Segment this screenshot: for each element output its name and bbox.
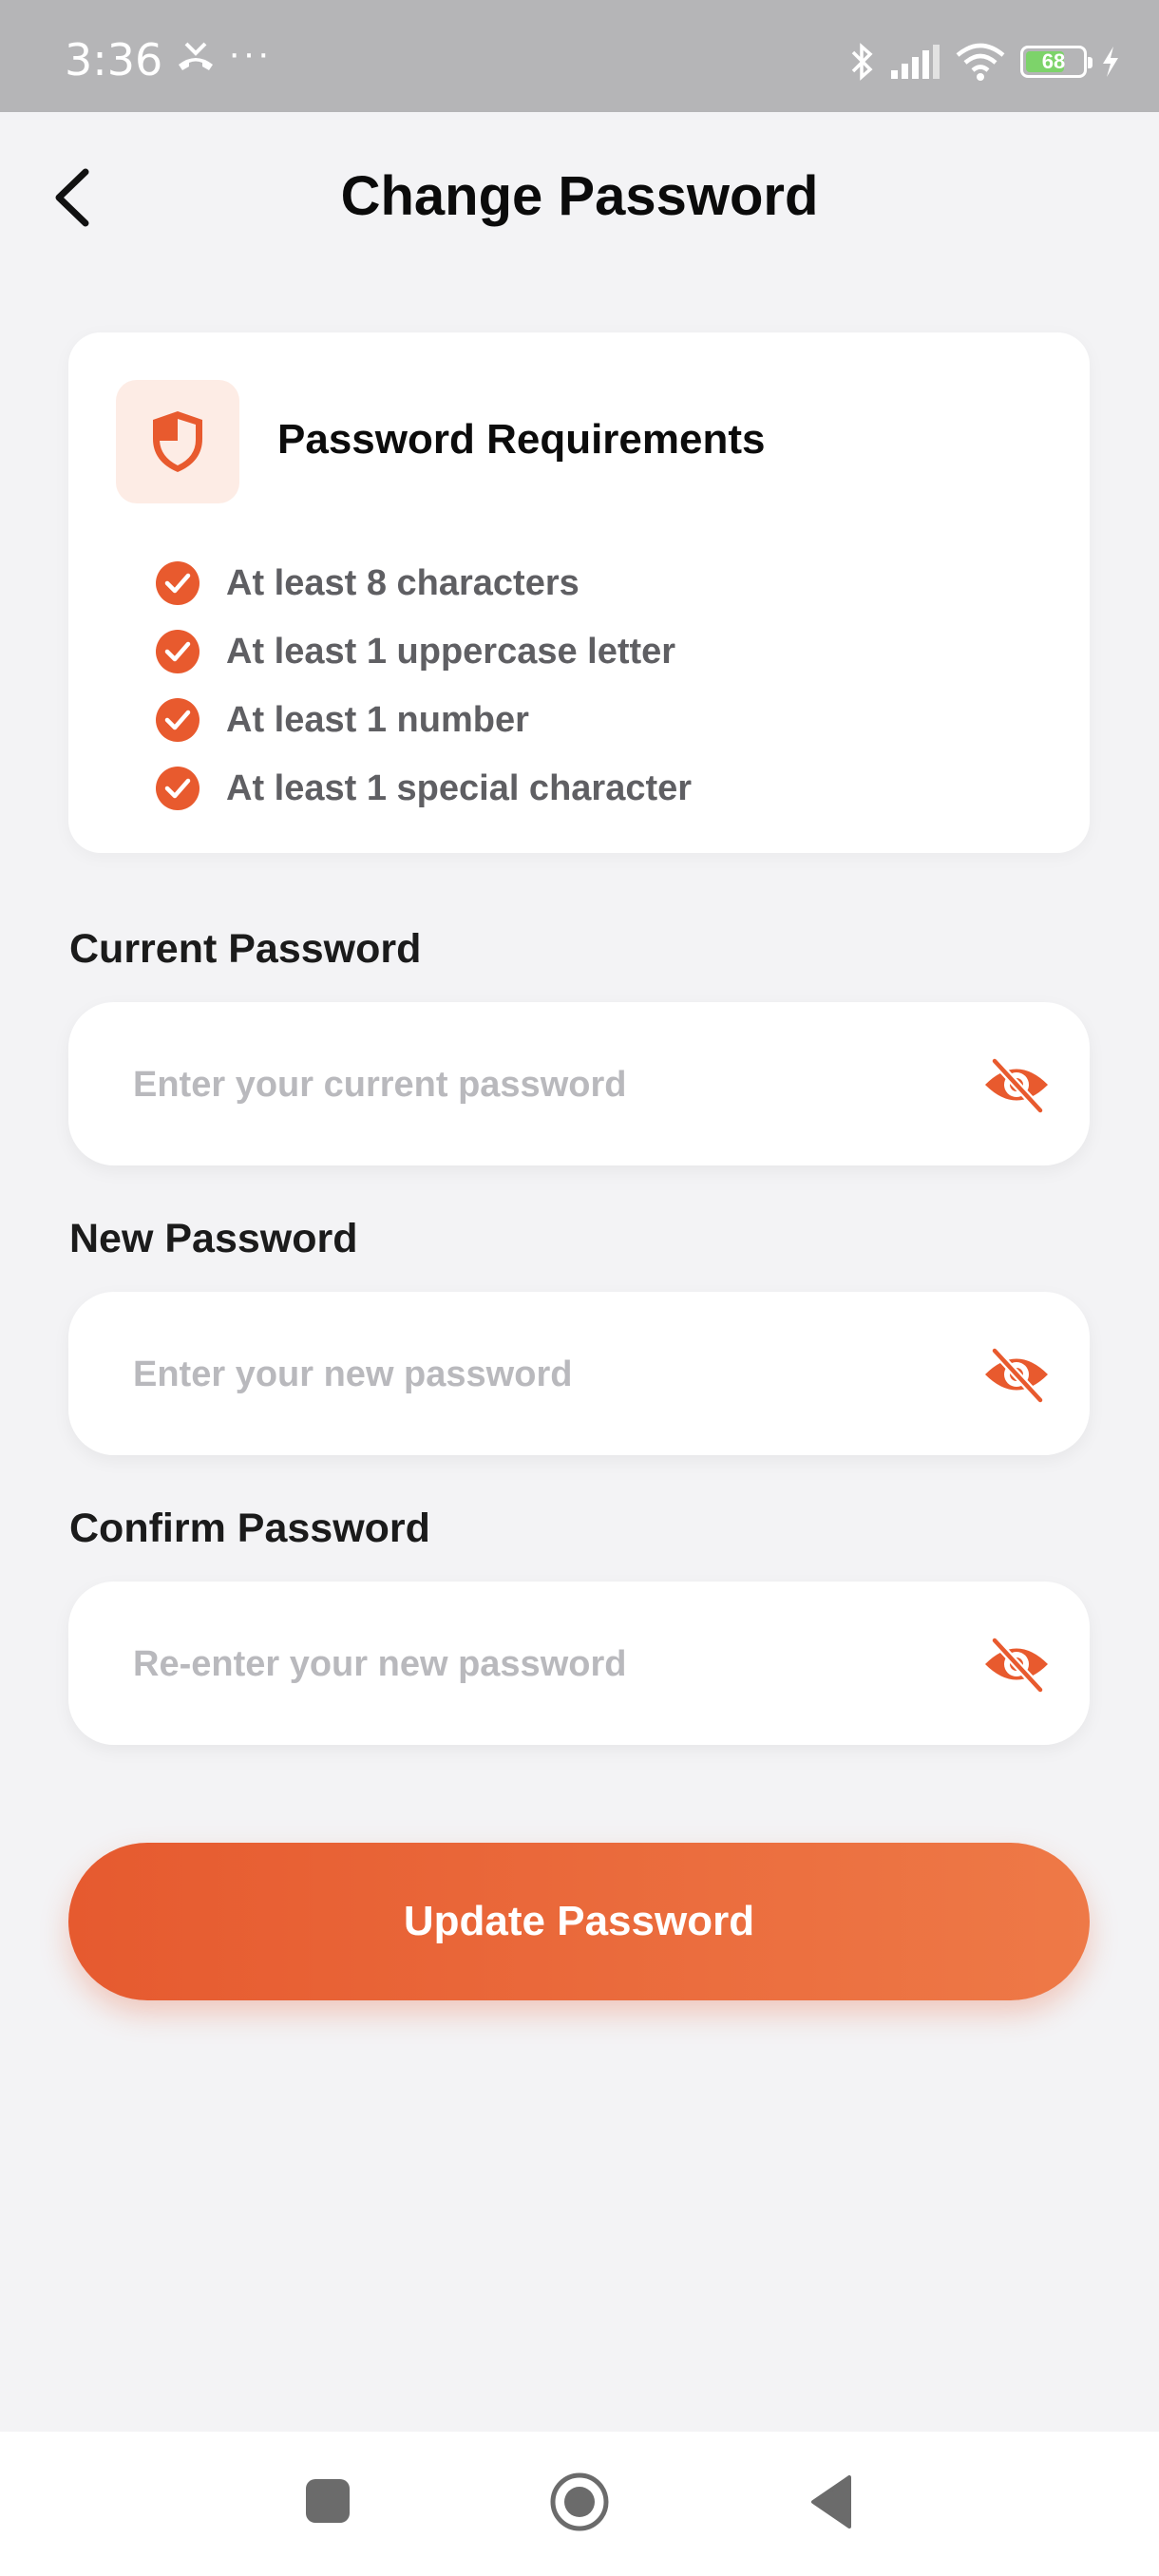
current-password-input[interactable] — [131, 1002, 971, 1167]
requirement-text: At least 1 number — [226, 699, 529, 740]
confirm-password-input[interactable] — [131, 1582, 971, 1747]
signal-icon — [891, 45, 940, 79]
check-icon — [156, 630, 200, 673]
shield-icon — [153, 411, 202, 472]
battery-level: 68 — [1041, 49, 1066, 73]
eye-off-icon[interactable] — [981, 1345, 1052, 1404]
bluetooth-icon — [851, 43, 873, 81]
current-password-label: Current Password — [69, 926, 422, 972]
missed-call-icon — [179, 42, 213, 70]
requirement-item: At least 1 special character — [156, 754, 692, 823]
wifi-icon — [956, 43, 1005, 81]
status-icons: 68 — [849, 38, 1121, 85]
charging-icon — [1103, 47, 1118, 77]
eye-off-icon[interactable] — [981, 1055, 1052, 1114]
header: Change Password — [0, 112, 1159, 283]
system-nav-bar — [0, 2432, 1159, 2576]
requirements-list: At least 8 characters At least 1 upperca… — [156, 549, 692, 823]
update-password-button[interactable]: Update Password — [68, 1843, 1090, 2000]
requirement-item: At least 1 number — [156, 686, 692, 754]
check-icon — [156, 561, 200, 605]
confirm-password-label: Confirm Password — [69, 1506, 430, 1551]
confirm-password-field — [68, 1582, 1090, 1747]
requirement-item: At least 8 characters — [156, 549, 692, 617]
check-icon — [156, 698, 200, 742]
new-password-field — [68, 1292, 1090, 1457]
new-password-input[interactable] — [131, 1292, 971, 1457]
requirement-text: At least 1 special character — [226, 767, 693, 808]
home-icon[interactable] — [549, 2472, 610, 2532]
page-title: Change Password — [340, 165, 819, 227]
status-more-dots: ··· — [228, 32, 272, 74]
status-bar: 3:36 ··· 68 — [0, 0, 1159, 112]
recents-icon[interactable] — [306, 2479, 350, 2523]
password-requirements-card: Password Requirements At least 8 charact… — [68, 332, 1090, 853]
eye-off-icon[interactable] — [981, 1635, 1052, 1694]
new-password-label: New Password — [69, 1216, 358, 1261]
requirement-text: At least 1 uppercase letter — [226, 631, 676, 672]
check-icon — [156, 767, 200, 810]
battery-icon: 68 — [1020, 46, 1092, 78]
requirement-text: At least 8 characters — [226, 562, 580, 603]
back-icon[interactable] — [808, 2473, 853, 2530]
current-password-field — [68, 1002, 1090, 1167]
requirement-item: At least 1 uppercase letter — [156, 617, 692, 686]
requirements-title: Password Requirements — [277, 416, 766, 463]
shield-icon-container — [116, 380, 239, 503]
status-time: 3:36 — [65, 34, 163, 85]
